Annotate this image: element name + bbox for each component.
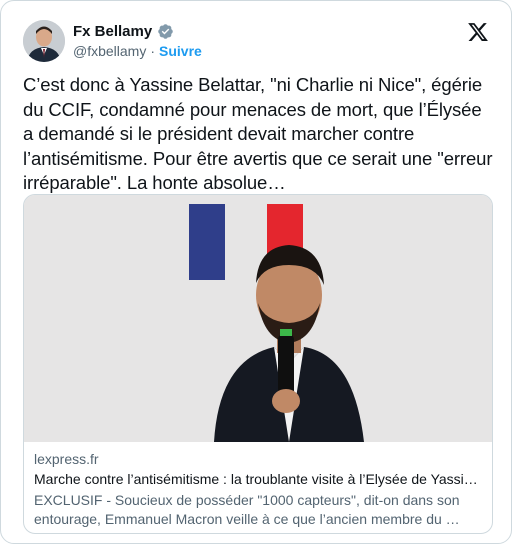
verified-badge-icon [158,24,173,39]
tweet-card: Fx Bellamy @fxbellamy · Suivre C’est don… [0,0,512,544]
x-logo-icon[interactable] [467,21,489,43]
link-description: EXCLUSIF - Soucieux de posséder "1000 ca… [34,492,460,527]
author-handle[interactable]: @fxbellamy [73,43,146,59]
separator-dot: · [150,43,156,59]
link-preview-image [24,195,492,442]
follow-button[interactable]: Suivre [159,43,202,59]
author-name[interactable]: Fx Bellamy [73,23,152,40]
tweet-text: C’est donc à Yassine Belattar, "ni Charl… [23,74,493,193]
author-name-row: Fx Bellamy [73,23,174,40]
avatar[interactable] [23,20,65,62]
link-domain: lexpress.fr [34,451,99,467]
link-title[interactable]: Marche contre l’antisémitisme : la troub… [34,471,484,487]
link-preview-card[interactable]: lexpress.fr Marche contre l’antisémitism… [23,194,493,534]
handle-row: @fxbellamy · Suivre [73,43,202,59]
link-preview-meta: lexpress.fr Marche contre l’antisémitism… [34,451,484,529]
